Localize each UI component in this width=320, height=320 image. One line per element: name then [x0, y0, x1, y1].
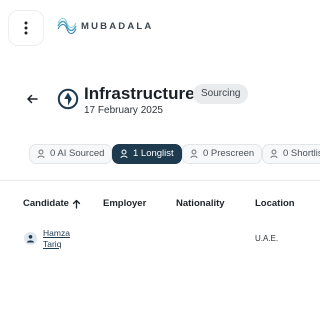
tab-label: 0 Prescreen	[203, 148, 255, 159]
user-icon	[27, 235, 34, 243]
brand-name: MUBADALA	[81, 20, 154, 32]
page-title: Infrastructure	[84, 84, 195, 103]
tab-label: 0 Shortlis	[283, 148, 320, 159]
table-row[interactable]: Hamza Tariq U.A.E.	[0, 224, 320, 254]
project-header: Infrastructure Sourcing 17 February 2025	[0, 78, 320, 128]
column-header-candidate[interactable]: Candidate	[23, 198, 81, 209]
tab-label: 0 AI Sourced	[50, 148, 105, 159]
sort-ascending-icon	[72, 199, 81, 209]
brand-logo[interactable]: MUBADALA	[56, 18, 153, 34]
column-label: Nationality	[176, 198, 225, 209]
arrow-left-icon	[27, 94, 38, 104]
pipeline-tabs: 0 AI Sourced 1 Longlist 0 Prescreen 0 Sh…	[0, 140, 320, 170]
project-date: 17 February 2025	[84, 105, 163, 116]
person-search-icon	[270, 149, 278, 159]
tab-longlist[interactable]: 1 Longlist	[112, 144, 182, 164]
back-button[interactable]	[26, 92, 38, 110]
tab-label: 1 Longlist	[133, 148, 174, 159]
menu-button[interactable]	[8, 10, 44, 46]
avatar	[24, 232, 37, 245]
column-header-location[interactable]: Location	[255, 198, 295, 209]
tab-shortlist[interactable]: 0 Shortlis	[262, 144, 320, 164]
person-search-icon	[120, 149, 128, 159]
person-search-icon	[190, 149, 198, 159]
column-label: Location	[255, 198, 295, 209]
tab-prescreen[interactable]: 0 Prescreen	[182, 144, 263, 164]
column-header-nationality[interactable]: Nationality	[176, 198, 225, 209]
person-search-icon	[37, 149, 45, 159]
column-label: Employer	[103, 198, 147, 209]
column-header-employer[interactable]: Employer	[103, 198, 146, 209]
tab-ai-sourced[interactable]: 0 AI Sourced	[29, 144, 113, 164]
mubadala-logo-icon	[57, 18, 77, 34]
cell-location: U.A.E.	[255, 234, 279, 243]
kebab-menu-icon	[24, 21, 28, 35]
status-badge: Sourcing	[193, 84, 249, 104]
candidate-name-link[interactable]: Hamza Tariq	[43, 228, 77, 249]
project-icon	[57, 88, 79, 110]
project-avatar	[57, 88, 79, 115]
divider	[0, 180, 320, 181]
column-label: Candidate	[23, 198, 69, 209]
top-bar: MUBADALA	[0, 0, 320, 54]
